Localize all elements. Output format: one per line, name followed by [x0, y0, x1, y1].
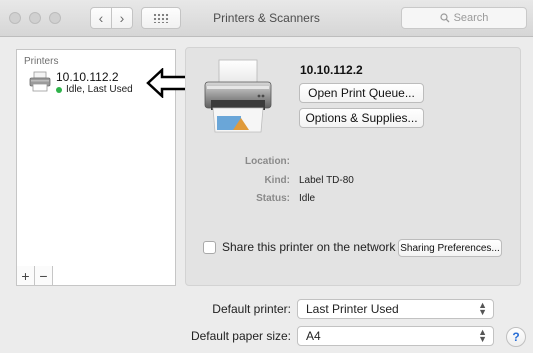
status-value: Idle: [299, 193, 316, 204]
forward-icon: ›: [119, 10, 125, 26]
remove-printer-button[interactable]: −: [35, 266, 53, 285]
printers-heading: Printers: [24, 56, 59, 67]
default-paper-popup[interactable]: A4 ▲ ▼: [297, 326, 494, 346]
minimize-window-button[interactable]: [29, 12, 41, 24]
back-button[interactable]: ‹: [90, 7, 112, 29]
show-all-icon: [153, 13, 169, 23]
search-icon: [439, 13, 450, 23]
share-printer-row: Share this printer on the network: [203, 240, 395, 254]
printer-status: Idle, Last Used: [56, 84, 133, 95]
open-print-queue-button[interactable]: Open Print Queue...: [299, 83, 424, 103]
default-printer-value: Last Printer Used: [306, 302, 399, 316]
help-button[interactable]: ?: [506, 327, 526, 347]
detail-printer-name: 10.10.112.2: [300, 63, 363, 77]
list-controls: + −: [16, 266, 176, 286]
close-window-button[interactable]: [9, 12, 21, 24]
title-bar: ‹ › Printers & Scanners Search: [0, 0, 533, 37]
show-all-button[interactable]: [141, 7, 181, 29]
sharing-preferences-button[interactable]: Sharing Preferences...: [398, 239, 502, 257]
status-dot-icon: [56, 86, 62, 93]
printer-icon: [29, 71, 51, 92]
add-printer-button[interactable]: +: [17, 266, 35, 285]
popup-arrows-icon: ▲ ▼: [478, 300, 487, 317]
help-icon: ?: [512, 330, 520, 344]
window-title: Printers & Scanners: [213, 11, 320, 25]
printer-large-icon: [204, 59, 272, 133]
zoom-window-button[interactable]: [49, 12, 61, 24]
default-printer-popup[interactable]: Last Printer Used ▲ ▼: [297, 299, 494, 319]
search-placeholder: Search: [453, 12, 489, 24]
kind-value: Label TD-80: [299, 175, 354, 186]
popup-arrows-icon: ▲ ▼: [478, 327, 487, 344]
default-paper-label: Default paper size:: [190, 329, 291, 343]
share-printer-label: Share this printer on the network: [222, 240, 396, 254]
kind-label: Kind:: [264, 175, 290, 186]
printer-name: 10.10.112.2: [56, 70, 119, 84]
default-printer-label: Default printer:: [212, 302, 291, 316]
forward-button[interactable]: ›: [111, 7, 133, 29]
location-label: Location:: [245, 156, 290, 167]
search-field[interactable]: Search: [401, 7, 527, 29]
back-icon: ‹: [98, 10, 104, 26]
printer-status-text: Idle, Last Used: [66, 84, 133, 95]
share-printer-checkbox[interactable]: [203, 240, 216, 254]
default-paper-value: A4: [306, 329, 321, 343]
status-label: Status:: [256, 193, 290, 204]
options-supplies-button[interactable]: Options & Supplies...: [299, 108, 424, 128]
